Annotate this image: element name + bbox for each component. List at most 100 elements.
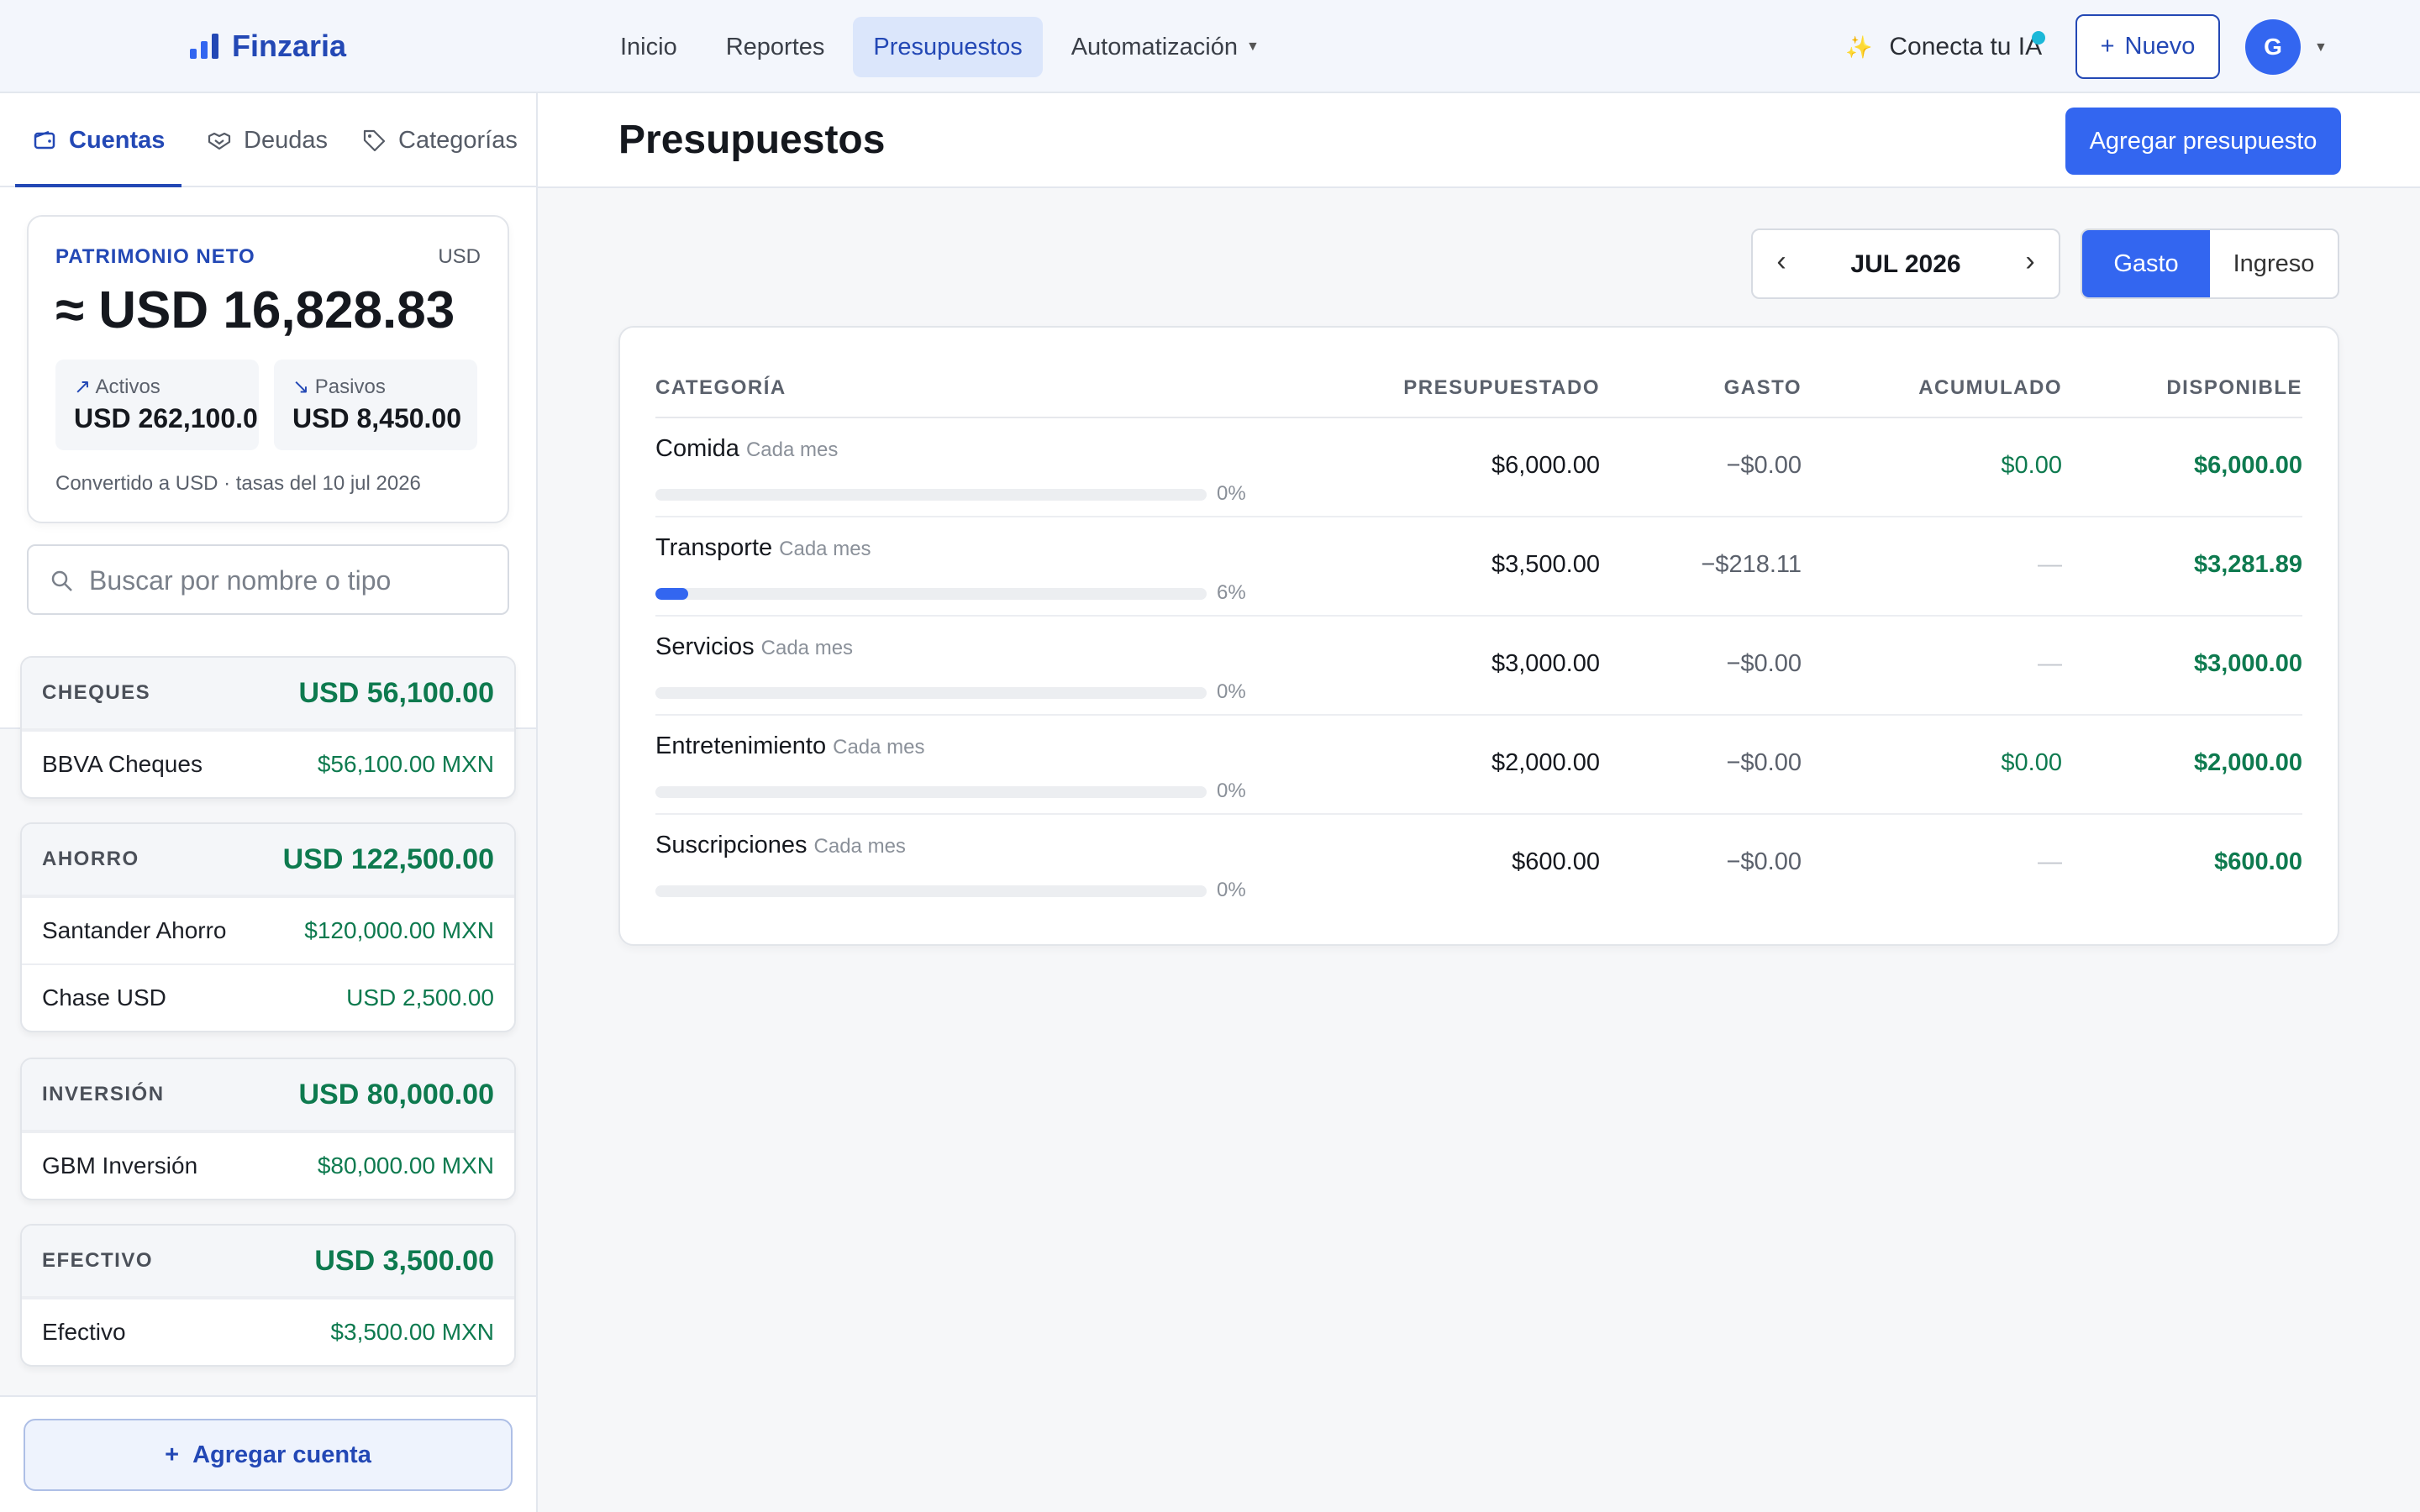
assets-box: ↗ Activos USD 262,100.0: [55, 360, 259, 450]
table-row[interactable]: Suscripciones Cada mes 0% $600.00 −$0.00 …: [655, 815, 2302, 914]
accumulated-cell: $0.00: [2001, 452, 2062, 479]
table-row[interactable]: Entretenimiento Cada mes 0% $2,000.00 −$0…: [655, 716, 2302, 815]
group-header[interactable]: EFECTIVO USD 3,500.00: [22, 1226, 514, 1298]
top-navigation-bar: Finzaria Inicio Reportes Presupuestos Au…: [0, 0, 2420, 93]
category-frequency: Cada mes: [760, 637, 854, 659]
account-amount: USD 2,500.00: [346, 984, 494, 1011]
column-header-available: DISPONIBLE: [2166, 376, 2302, 399]
account-group-inversion: INVERSIÓN USD 80,000.00 GBM Inversión $8…: [20, 1058, 516, 1200]
main-nav: Inicio Reportes Presupuestos Automatizac…: [600, 17, 1280, 77]
progress-track: [655, 489, 1207, 501]
avatar[interactable]: G: [2245, 19, 2301, 75]
group-total: USD 80,000.00: [298, 1078, 495, 1110]
budgeted-cell: $3,500.00: [1491, 551, 1600, 578]
group-name: EFECTIVO: [42, 1249, 154, 1272]
add-account-button[interactable]: + Agregar cuenta: [24, 1419, 513, 1491]
group-header[interactable]: AHORRO USD 122,500.00: [22, 824, 514, 896]
search-field[interactable]: [27, 544, 509, 615]
category-name: Suscripciones: [655, 832, 808, 858]
progress-track: [655, 885, 1207, 897]
table-row[interactable]: Servicios Cada mes 0% $3,000.00 −$0.00 — …: [655, 617, 2302, 716]
accumulated-cell: —: [2038, 650, 2062, 677]
nav-inicio[interactable]: Inicio: [600, 17, 697, 77]
accumulated-cell: —: [2038, 848, 2062, 875]
group-name: CHEQUES: [42, 681, 151, 704]
chevron-right-icon[interactable]: ›: [2013, 245, 2047, 278]
account-row[interactable]: BBVA Cheques $56,100.00 MXN: [22, 730, 514, 797]
networth-currency[interactable]: USD: [438, 245, 481, 269]
category-cell: Entretenimiento Cada mes: [655, 732, 925, 760]
spent-cell: −$0.00: [1726, 650, 1802, 677]
accumulated-cell: $0.00: [2001, 749, 2062, 776]
group-name: INVERSIÓN: [42, 1083, 165, 1105]
account-row[interactable]: Efectivo $3,500.00 MXN: [22, 1298, 514, 1365]
table-row[interactable]: Comida Cada mes 0% $6,000.00 −$0.00 $0.00…: [655, 418, 2302, 517]
handshake-icon: [208, 132, 231, 150]
group-total: USD 122,500.00: [282, 843, 494, 875]
liabilities-label-wrap: ↘ Pasivos: [292, 375, 386, 399]
account-name: Chase USD: [42, 984, 166, 1011]
account-group-ahorro: AHORRO USD 122,500.00 Santander Ahorro $…: [20, 822, 516, 1032]
available-cell: $3,281.89: [2193, 551, 2302, 578]
nav-reportes-label: Reportes: [725, 33, 825, 60]
available-cell: $6,000.00: [2193, 452, 2302, 479]
category-name: Transporte: [655, 534, 773, 561]
notification-dot: [2032, 31, 2046, 45]
group-total: USD 3,500.00: [314, 1244, 494, 1277]
nav-automatizacion[interactable]: Automatización ▼: [1051, 17, 1280, 77]
liabilities-box: ↘ Pasivos USD 8,450.00: [274, 360, 477, 450]
bar-chart-icon: [190, 34, 218, 59]
sidebar-footer: + Agregar cuenta: [0, 1395, 536, 1512]
budget-type-toggle: Gasto Ingreso: [2081, 228, 2339, 299]
tab-deudas[interactable]: Deudas: [207, 93, 328, 187]
tab-categorias[interactable]: Categorías: [361, 93, 518, 187]
nav-reportes[interactable]: Reportes: [706, 17, 845, 77]
category-cell: Servicios Cada mes: [655, 633, 853, 661]
category-frequency: Cada mes: [745, 438, 839, 461]
networth-note: Convertido a USD · tasas del 10 jul 2026: [55, 472, 421, 495]
account-row[interactable]: GBM Inversión $80,000.00 MXN: [22, 1131, 514, 1199]
page-header: Presupuestos Agregar presupuesto: [538, 93, 2420, 188]
add-budget-label: Agregar presupuesto: [2089, 127, 2317, 155]
new-button[interactable]: + Nuevo: [2075, 14, 2220, 79]
accumulated-cell: —: [2038, 551, 2062, 578]
table-row[interactable]: Transporte Cada mes 6% $3,500.00 −$218.11…: [655, 517, 2302, 617]
account-group-cheques: CHEQUES USD 56,100.00 BBVA Cheques $56,1…: [20, 656, 516, 799]
nav-automatizacion-label: Automatización: [1071, 33, 1238, 60]
progress-percent: 6%: [1217, 581, 1246, 604]
group-header[interactable]: CHEQUES USD 56,100.00: [22, 658, 514, 730]
toggle-gasto[interactable]: Gasto: [2082, 230, 2210, 297]
progress-fill: [655, 588, 689, 600]
page-title: Presupuestos: [618, 118, 886, 162]
account-row[interactable]: Santander Ahorro $120,000.00 MXN: [22, 896, 514, 963]
search-input[interactable]: [89, 558, 492, 603]
account-name: Efectivo: [42, 1319, 126, 1345]
progress-percent: 0%: [1217, 680, 1246, 703]
available-cell: $600.00: [2214, 848, 2302, 875]
app-logo[interactable]: Finzaria: [188, 25, 346, 67]
category-frequency: Cada mes: [833, 736, 925, 759]
connect-ai-label: Conecta tu IA: [1889, 33, 2043, 60]
new-button-label: Nuevo: [2124, 33, 2196, 60]
connect-ai-button[interactable]: ✨ Conecta tu IA: [1845, 25, 2046, 69]
assets-value: USD 262,100.0: [74, 403, 258, 433]
networth-total: ≈ USD 16,828.83: [55, 281, 455, 339]
account-row[interactable]: Chase USD USD 2,500.00: [22, 963, 514, 1031]
column-header-accumulated: ACUMULADO: [1918, 376, 2062, 399]
tab-cuentas[interactable]: Cuentas: [14, 93, 182, 187]
chevron-down-icon[interactable]: ▼: [2314, 40, 2328, 55]
nav-inicio-label: Inicio: [620, 33, 677, 60]
toggle-ingreso[interactable]: Ingreso: [2210, 230, 2338, 297]
category-cell: Transporte Cada mes: [655, 534, 871, 562]
tab-categorias-label: Categorías: [398, 126, 518, 154]
progress-percent: 0%: [1217, 879, 1246, 901]
toggle-ingreso-label: Ingreso: [2233, 249, 2315, 277]
account-amount: $80,000.00 MXN: [317, 1152, 494, 1179]
add-account-label: Agregar cuenta: [192, 1441, 371, 1468]
nav-presupuestos[interactable]: Presupuestos: [853, 17, 1043, 77]
progress-track: [655, 786, 1207, 798]
category-name: Servicios: [655, 633, 755, 660]
add-budget-button[interactable]: Agregar presupuesto: [2065, 108, 2341, 175]
group-header[interactable]: INVERSIÓN USD 80,000.00: [22, 1059, 514, 1131]
liabilities-value: USD 8,450.00: [292, 403, 462, 433]
